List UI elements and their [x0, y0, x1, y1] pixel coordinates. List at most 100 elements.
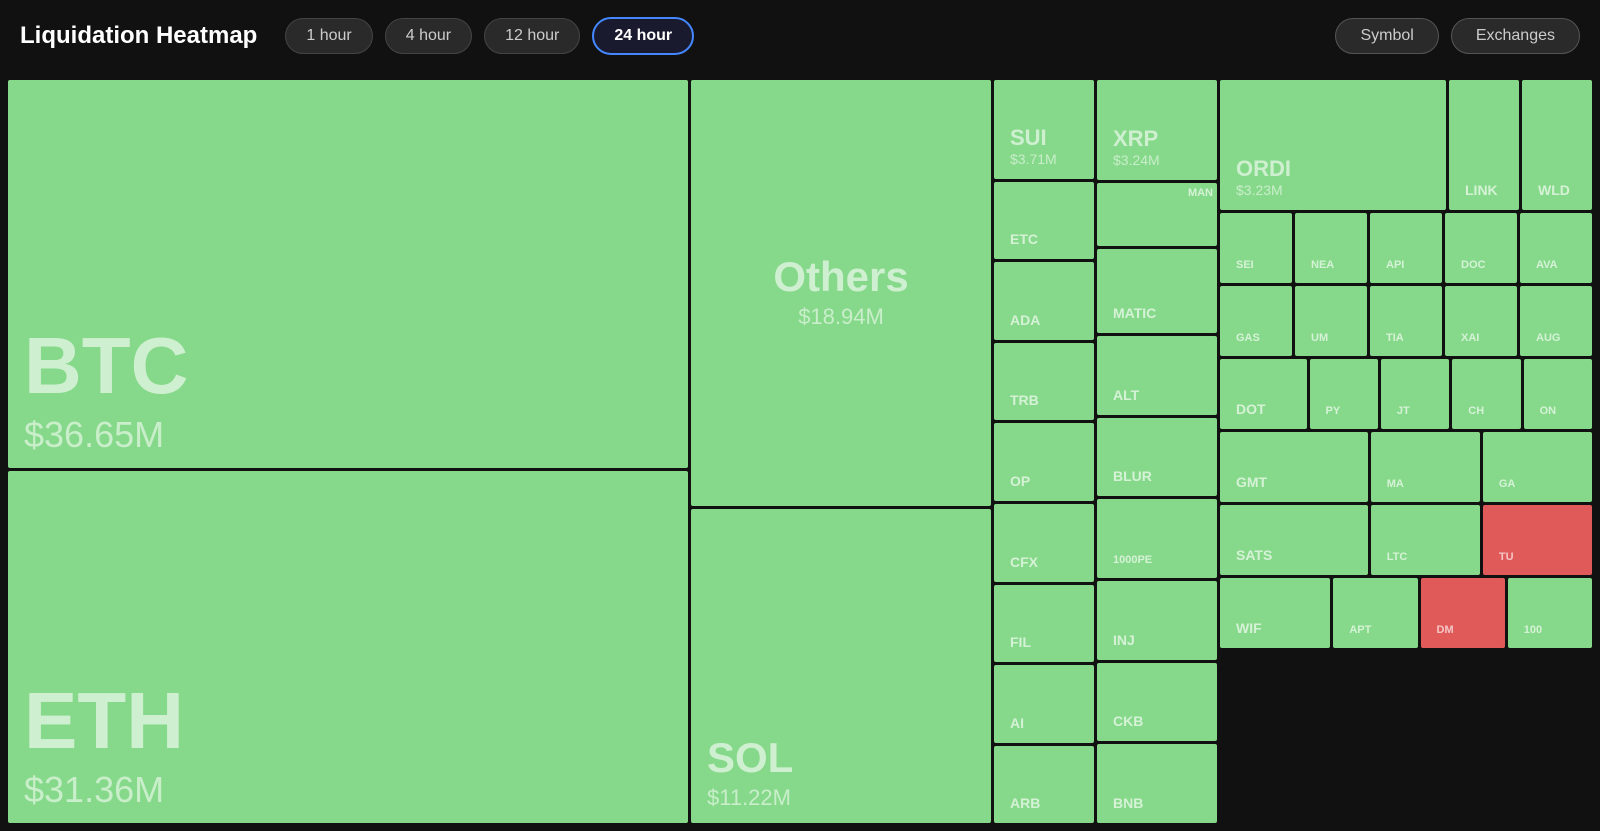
- tu-name: TU: [1499, 551, 1514, 563]
- sui-value: $3.71M: [1010, 151, 1057, 167]
- others-value: $18.94M: [798, 304, 884, 330]
- btc-value: $36.65M: [24, 414, 164, 456]
- header: Liquidation Heatmap 1 hour 4 hour 12 hou…: [0, 0, 1600, 72]
- cell-fil[interactable]: FIL: [994, 585, 1094, 663]
- cell-gmt[interactable]: GMT: [1220, 432, 1368, 502]
- cell-tia[interactable]: TIA: [1370, 286, 1442, 356]
- cell-ga[interactable]: GA: [1483, 432, 1592, 502]
- cell-100[interactable]: 100: [1508, 578, 1592, 648]
- cell-ada[interactable]: ADA: [994, 262, 1094, 340]
- btn-symbol[interactable]: Symbol: [1335, 18, 1438, 54]
- ada-name: ADA: [1010, 312, 1040, 328]
- btn-24hour[interactable]: 24 hour: [592, 17, 694, 55]
- cell-ch[interactable]: CH: [1452, 359, 1520, 429]
- cell-sol[interactable]: SOL $11.22M: [691, 509, 991, 823]
- api-name: API: [1386, 259, 1404, 271]
- um-name: UM: [1311, 332, 1328, 344]
- page-title: Liquidation Heatmap: [20, 22, 257, 50]
- bnb-name: BNB: [1113, 795, 1143, 811]
- gas-name: GAS: [1236, 332, 1260, 344]
- cell-dot[interactable]: DOT: [1220, 359, 1307, 429]
- wld-name: WLD: [1538, 182, 1570, 198]
- mid-column: Others $18.94M SOL $11.22M: [691, 80, 991, 823]
- cell-jt[interactable]: JT: [1381, 359, 1449, 429]
- cell-nea[interactable]: NEA: [1295, 213, 1367, 283]
- arb-name: ARB: [1010, 795, 1040, 811]
- cell-tu[interactable]: TU: [1483, 505, 1592, 575]
- cell-1000pe[interactable]: 1000PE: [1097, 499, 1217, 578]
- xrp-value: $3.24M: [1113, 152, 1160, 168]
- cell-api[interactable]: API: [1370, 213, 1442, 283]
- cell-apt[interactable]: APT: [1333, 578, 1417, 648]
- btn-12hour[interactable]: 12 hour: [484, 18, 580, 54]
- cell-wif[interactable]: WIF: [1220, 578, 1330, 648]
- cell-um[interactable]: UM: [1295, 286, 1367, 356]
- cell-arb[interactable]: ARB: [994, 746, 1094, 824]
- cell-cfx[interactable]: CFX: [994, 504, 1094, 582]
- cell-btc[interactable]: BTC $36.65M: [8, 80, 688, 468]
- cell-ava[interactable]: AVA: [1520, 213, 1592, 283]
- cell-alt[interactable]: ALT: [1097, 336, 1217, 415]
- ckb-name: CKB: [1113, 713, 1143, 729]
- eth-name: ETH: [24, 681, 184, 761]
- cell-inj[interactable]: INJ: [1097, 581, 1217, 660]
- btn-exchanges[interactable]: Exchanges: [1451, 18, 1580, 54]
- nea-name: NEA: [1311, 259, 1334, 271]
- cell-sui[interactable]: SUI $3.71M: [994, 80, 1094, 179]
- ga-name: GA: [1499, 478, 1516, 490]
- xrp-name: XRP: [1113, 126, 1158, 152]
- etc-name: ETC: [1010, 231, 1038, 247]
- cell-etc[interactable]: ETC: [994, 182, 1094, 260]
- wif-name: WIF: [1236, 620, 1262, 636]
- sei-name: SEI: [1236, 259, 1254, 271]
- ltc-name: LTC: [1387, 551, 1408, 563]
- cell-gas[interactable]: GAS: [1220, 286, 1292, 356]
- cell-others[interactable]: Others $18.94M: [691, 80, 991, 506]
- others-name: Others: [773, 256, 908, 298]
- right-column: SUI $3.71M ETC ADA TRB OP CFX FIL AI: [994, 80, 1592, 823]
- cell-ordi[interactable]: ORDI $3.23M: [1220, 80, 1446, 210]
- apt-name: APT: [1349, 624, 1371, 636]
- cell-blur[interactable]: BLUR: [1097, 418, 1217, 497]
- cell-xai[interactable]: XAI: [1445, 286, 1517, 356]
- py-name: PY: [1326, 405, 1341, 417]
- dot-name: DOT: [1236, 401, 1266, 417]
- cell-link[interactable]: LINK: [1449, 80, 1519, 210]
- heatmap: BTC $36.65M ETH $31.36M Others $18.94M S…: [0, 72, 1600, 831]
- right-sub1: SUI $3.71M ETC ADA TRB OP CFX FIL AI: [994, 80, 1094, 823]
- cell-doc[interactable]: DOC: [1445, 213, 1517, 283]
- cell-ai[interactable]: AI: [994, 665, 1094, 743]
- cell-trb[interactable]: TRB: [994, 343, 1094, 421]
- cell-sei[interactable]: SEI: [1220, 213, 1292, 283]
- cell-ma[interactable]: MA: [1371, 432, 1480, 502]
- 100-name: 100: [1524, 624, 1542, 636]
- cell-op[interactable]: OP: [994, 423, 1094, 501]
- cell-sats[interactable]: SATS: [1220, 505, 1368, 575]
- dm-name: DM: [1437, 624, 1454, 636]
- link-name: LINK: [1465, 182, 1498, 198]
- doc-name: DOC: [1461, 259, 1485, 271]
- cell-py[interactable]: PY: [1310, 359, 1378, 429]
- cell-ckb[interactable]: CKB: [1097, 663, 1217, 742]
- cell-xrp[interactable]: XRP $3.24M: [1097, 80, 1217, 180]
- btn-1hour[interactable]: 1 hour: [285, 18, 372, 54]
- cell-ltc[interactable]: LTC: [1371, 505, 1480, 575]
- left-column: BTC $36.65M ETH $31.36M: [8, 80, 688, 823]
- cell-eth[interactable]: ETH $31.36M: [8, 471, 688, 823]
- btc-name: BTC: [24, 326, 188, 406]
- btn-4hour[interactable]: 4 hour: [385, 18, 472, 54]
- cell-on[interactable]: ON: [1524, 359, 1592, 429]
- ai-name: AI: [1010, 715, 1024, 731]
- cfx-name: CFX: [1010, 554, 1038, 570]
- gmt-name: GMT: [1236, 474, 1267, 490]
- right-sub2: XRP $3.24M MAN MATIC ALT BLUR 1000PE INJ: [1097, 80, 1217, 823]
- cell-bnb[interactable]: BNB: [1097, 744, 1217, 823]
- cell-dm[interactable]: DM: [1421, 578, 1505, 648]
- tia-name: TIA: [1386, 332, 1404, 344]
- cell-matic[interactable]: MATIC: [1097, 249, 1217, 333]
- cell-wld[interactable]: WLD: [1522, 80, 1592, 210]
- trb-name: TRB: [1010, 392, 1039, 408]
- cell-aug[interactable]: AUG: [1520, 286, 1592, 356]
- aug-name: AUG: [1536, 332, 1560, 344]
- cell-man[interactable]: MAN: [1097, 183, 1217, 246]
